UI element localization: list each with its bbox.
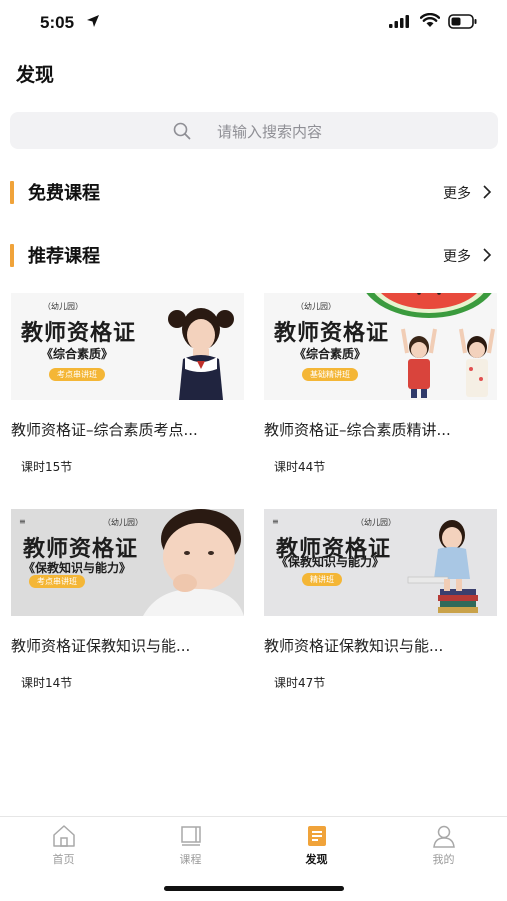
tab-label: 我的 [432,853,455,866]
course-lesson-count: 课时14节 [21,676,73,690]
thumb-subtitle: （幼儿园） [356,518,396,527]
thumb-menu-icon: ≡ [272,517,279,526]
battery-icon [448,14,477,29]
status-bar: 5:05 [0,0,507,46]
thumb-badge: 精讲班 [302,573,342,586]
thumb-menu-icon: ≡ [19,517,26,526]
tab-label: 首页 [52,853,75,866]
status-time: 5:05 [40,13,75,32]
course-thumbnail[interactable]: （幼儿园） 教师资格证 《综合素质》 考点串讲班 [11,293,244,400]
tab-discover[interactable]: 发现 [253,817,380,877]
thumb-course-subject: 《保教知识与能力》 [276,555,385,569]
course-title: 教师资格证保教知识与能... [264,637,444,655]
thumb-subtitle: （幼儿园） [43,302,83,311]
course-title: 教师资格证–综合素质精讲... [264,421,451,439]
child-photo [168,308,234,400]
search-input[interactable]: 请输入搜索内容 [10,112,498,149]
wifi-icon [420,13,440,27]
tab-home[interactable]: 首页 [0,817,127,877]
recommended-courses-more-link[interactable]: 更多 [443,246,471,266]
course-thumbnail[interactable]: ≡ （幼儿园） 教师资格证 《保教知识与能力》 精讲班 [264,509,497,616]
thumb-course-subject: 《综合素质》 [294,347,367,361]
location-arrow-icon [87,15,99,27]
free-courses-more-link[interactable]: 更多 [443,183,471,203]
discover-icon [307,826,326,846]
tab-profile[interactable]: 我的 [380,817,507,877]
chevron-right-icon[interactable] [482,185,492,199]
course-thumbnail[interactable]: ≡ （幼儿园） 教师资格证 《保教知识与能力》 考点串讲班 [11,509,244,616]
tab-label: 发现 [305,853,328,866]
thumb-badge: 考点串讲班 [49,368,105,381]
course-title: 教师资格证–综合素质考点... [11,421,198,439]
thumb-badge: 基础精讲班 [302,368,358,381]
children-photo [401,328,495,398]
section-recommended-courses: 推荐课程 更多 [0,242,507,272]
search-icon [173,122,191,140]
thumb-main-title: 教师资格证 [21,320,137,346]
section-title: 免费课程 [28,183,100,204]
thumb-course-subject: 《综合素质》 [41,347,114,361]
course-lesson-count: 课时47节 [274,676,326,690]
chevron-right-icon[interactable] [482,248,492,262]
home-indicator [164,886,344,891]
course-lesson-count: 课时15节 [21,460,73,474]
search-placeholder: 请输入搜索内容 [217,123,323,141]
baby-photo [143,509,244,616]
page-title: 发现 [16,64,55,86]
section-accent-bar [10,181,14,204]
thumb-badge: 考点串讲班 [29,575,85,588]
section-accent-bar [10,244,14,267]
thumb-subtitle: （幼儿园） [103,518,143,527]
profile-icon [432,825,455,848]
course-title: 教师资格证保教知识与能... [11,637,191,655]
tab-courses[interactable]: 课程 [127,817,254,877]
course-lesson-count: 课时44节 [274,460,326,474]
home-icon [52,825,75,847]
section-title: 推荐课程 [28,246,100,267]
tab-label: 课程 [179,853,202,866]
girl-reading-photo [407,520,478,613]
thumb-subtitle: （幼儿园） [296,302,336,311]
cellular-signal-icon [389,15,409,28]
thumb-main-title: 教师资格证 [274,320,390,346]
course-thumbnail[interactable]: （幼儿园） 教师资格证 《综合素质》 基础精讲班 [264,293,497,400]
thumb-course-subject: 《保教知识与能力》 [23,561,132,575]
course-icon [180,826,201,846]
section-free-courses: 免费课程 更多 [0,179,507,209]
